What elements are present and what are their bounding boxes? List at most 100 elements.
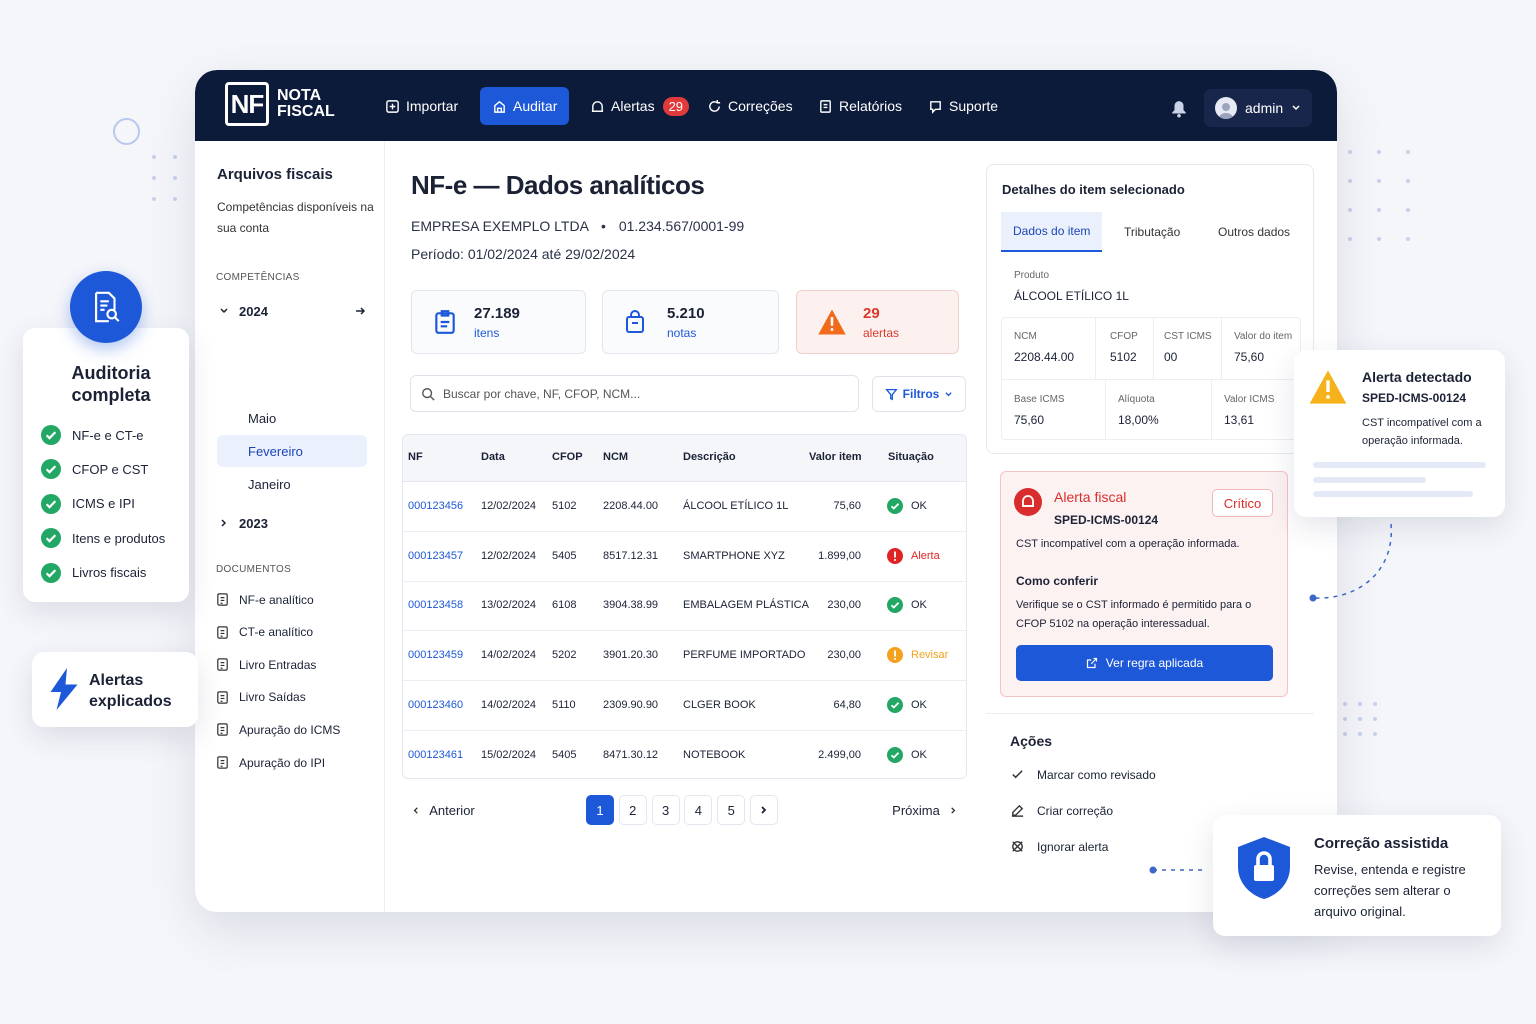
period-line: Período: 01/02/2024 até 29/02/2024 [411, 246, 636, 262]
import-icon [385, 99, 400, 114]
table-row[interactable]: 000123457 12/02/2024 5405 8517.12.31 SMARTPH… [403, 532, 966, 582]
table-cell: 15/02/2024 [481, 748, 537, 761]
report-icon [818, 99, 833, 114]
column-header[interactable]: Descrição [683, 451, 736, 463]
prev-page-button[interactable]: Anterior [405, 795, 481, 825]
month-maio[interactable]: Maio [217, 402, 367, 434]
audit-icon [492, 99, 507, 114]
audit-feature-card: Auditoria completa NF-e e CT-e CFOP e CST… [23, 328, 189, 602]
nf-link[interactable]: 000123457 [408, 550, 463, 562]
brand-logo[interactable]: NF NOTA FISCAL [225, 82, 335, 126]
ncm-label: NCM [1014, 331, 1037, 342]
sidebar-doc-item[interactable]: Apuração do IPI [215, 755, 325, 770]
stat-itens: 27.189 itens [411, 290, 586, 354]
sidebar-doc-item[interactable]: CT-e analítico [215, 625, 313, 640]
status-badge: OK [887, 498, 927, 514]
mark-reviewed-action[interactable]: Marcar como revisado [1010, 767, 1156, 782]
column-header[interactable]: Valor item [809, 451, 862, 463]
sidebar-title: Arquivos fiscais [217, 166, 333, 183]
detected-title: Alerta detectado [1362, 369, 1472, 385]
nav-relatorios[interactable]: Relatórios [806, 87, 914, 125]
search-input[interactable]: Buscar por chave, NF, CFOP, NCM... [410, 375, 859, 412]
table-row[interactable]: 000123461 15/02/2024 5405 8471.30.12 NOTEBOO… [403, 731, 966, 779]
item-detail-panel: Detalhes do item selecionado Dados do it… [986, 164, 1314, 454]
sidebar-doc-item[interactable]: Livro Saídas [215, 690, 306, 705]
nfe-table: NF Data CFOP NCM Descrição Valor item Situação… [402, 434, 967, 779]
document-icon [215, 592, 230, 607]
column-header[interactable]: Situação [888, 451, 934, 463]
warning-icon [1308, 368, 1348, 406]
month-janeiro[interactable]: Janeiro [217, 468, 367, 500]
avatar [1215, 97, 1237, 119]
table-row[interactable]: 000123458 13/02/2024 6108 3904.38.99 EMBALAG… [403, 581, 966, 632]
document-icon [215, 690, 230, 705]
check-circle-icon [41, 562, 61, 583]
nf-link[interactable]: 000123460 [408, 699, 463, 711]
next-page-arrow[interactable] [750, 795, 778, 825]
sidebar-doc-item[interactable]: Livro Entradas [215, 657, 316, 672]
stat-alertas[interactable]: 29 alertas [796, 290, 959, 354]
table-cell: NOTEBOOK [683, 748, 746, 761]
audit-feature-item: NF-e e CT-e [41, 425, 144, 445]
nav-correcoes[interactable]: Correções [695, 87, 805, 125]
check-circle-icon [887, 696, 903, 713]
arrow-right-icon [354, 305, 366, 317]
external-link-icon [1086, 657, 1098, 669]
check-circle-icon [887, 597, 903, 614]
column-header[interactable]: NF [408, 451, 423, 463]
tab-tributacao[interactable]: Tributação [1112, 212, 1192, 252]
vicms-label: Valor ICMS [1224, 394, 1275, 405]
table-row[interactable]: 000123459 14/02/2024 5202 3901.20.30 PERFUME… [403, 631, 966, 682]
exclamation-circle-icon [887, 647, 903, 664]
bell-icon[interactable] [1170, 100, 1188, 118]
tab-outros-dados[interactable]: Outros dados [1206, 212, 1302, 252]
create-correction-action[interactable]: Criar correção [1010, 803, 1113, 818]
column-header[interactable]: NCM [603, 451, 628, 463]
produto-label: Produto [1014, 270, 1050, 281]
produto-value: ÁLCOOL ETÍLICO 1L [1014, 289, 1129, 303]
page-button[interactable]: 3 [651, 795, 680, 825]
nav-importar[interactable]: Importar [373, 87, 470, 125]
table-row[interactable]: 000123456 12/02/2024 5102 2208.44.00 ÁLCOOL … [403, 482, 966, 532]
column-header[interactable]: CFOP [552, 451, 583, 463]
page-button[interactable]: 2 [618, 795, 647, 825]
month-fevereiro[interactable]: Fevereiro [217, 435, 367, 467]
table-cell: 2.499,00 [818, 748, 861, 761]
page-button[interactable]: 5 [717, 795, 746, 825]
table-cell: 12/02/2024 [481, 500, 537, 512]
decor-dots-left [152, 155, 177, 201]
warning-icon [817, 308, 847, 336]
table-row[interactable]: 000123460 14/02/2024 5110 2309.90.90 CLGER B… [403, 681, 966, 731]
page-button[interactable]: 1 [586, 795, 614, 825]
nav-auditar[interactable]: Auditar [480, 87, 570, 125]
sidebar-doc-item[interactable]: Apuração do ICMS [215, 722, 340, 737]
next-page-button[interactable]: Próxima [885, 795, 965, 825]
status-badge: Alerta [887, 547, 940, 564]
sidebar-doc-item[interactable]: NF-e analítico [215, 592, 314, 607]
nf-link[interactable]: 000123458 [408, 599, 463, 611]
year-2024[interactable]: 2024 [216, 295, 366, 327]
nf-link[interactable]: 000123459 [408, 649, 463, 661]
nf-link[interactable]: 000123461 [408, 749, 463, 761]
nav-alertas[interactable]: Alertas 29 [578, 87, 701, 125]
page-button[interactable]: 4 [684, 795, 713, 825]
column-header[interactable]: Data [481, 451, 505, 463]
document-search-icon [70, 271, 142, 343]
filters-button[interactable]: Filtros [872, 376, 966, 412]
nav-suporte[interactable]: Suporte [916, 87, 1010, 125]
check-circle-icon [41, 493, 61, 514]
user-menu[interactable]: admin [1204, 89, 1312, 127]
check-circle-icon [41, 459, 61, 480]
status-badge: OK [887, 696, 927, 713]
ignore-alert-action[interactable]: Ignorar alerta [1010, 839, 1108, 854]
table-cell: 6108 [552, 599, 577, 612]
alert-icon [1014, 488, 1042, 516]
table-cell: ÁLCOOL ETÍLICO 1L [683, 500, 789, 512]
alerts-count-badge: 29 [662, 96, 690, 116]
year-2023[interactable]: 2023 [216, 507, 366, 539]
alerts-feature-card: Alertas explicados [32, 652, 198, 727]
tab-dados-item[interactable]: Dados do item [1001, 212, 1103, 252]
table-cell: SMARTPHONE XYZ [683, 549, 785, 562]
view-rule-button[interactable]: Ver regra aplicada [1016, 645, 1273, 681]
nf-link[interactable]: 000123456 [408, 500, 463, 512]
